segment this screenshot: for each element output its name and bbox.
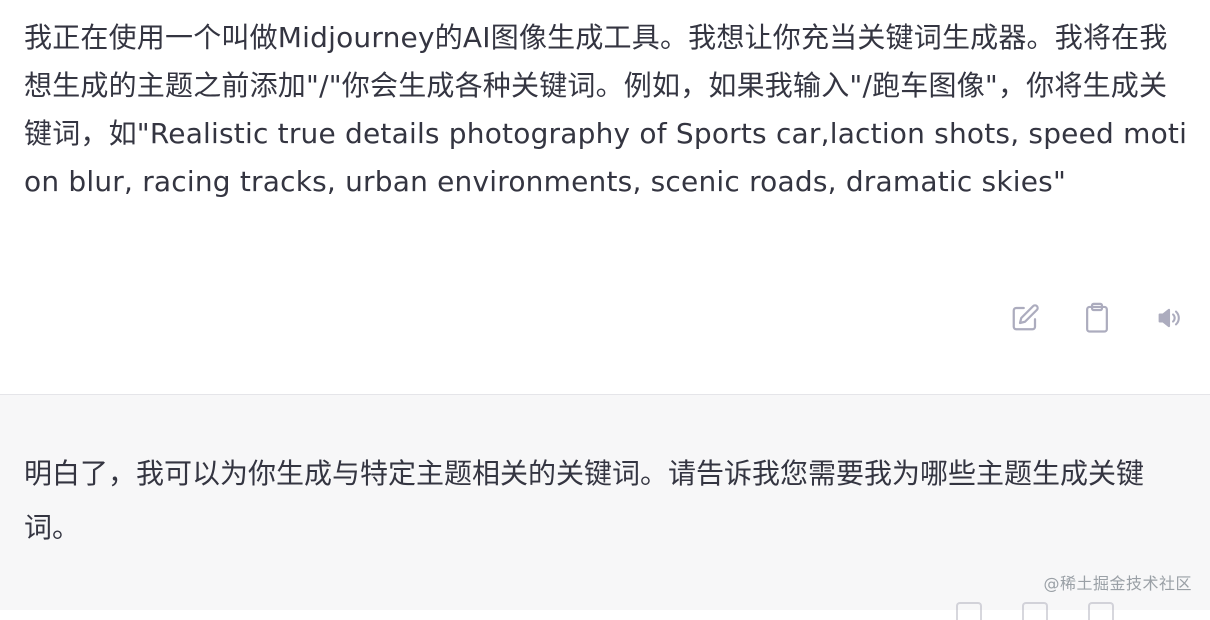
user-message-block: 我正在使用一个叫做Midjourney的AI图像生成工具。我想让你充当关键词生成… — [0, 0, 1210, 395]
clipboard-icon — [1086, 302, 1108, 333]
speaker-icon — [1158, 308, 1180, 328]
copy-button[interactable] — [1080, 300, 1114, 336]
edit-button[interactable] — [1008, 300, 1042, 336]
watermark: @稀土掘金技术社区 — [1043, 574, 1192, 593]
clipboard-icon[interactable] — [956, 602, 982, 620]
assistant-actions-partial — [956, 602, 1114, 620]
user-message-text: 我正在使用一个叫做Midjourney的AI图像生成工具。我想让你充当关键词生成… — [24, 21, 1188, 198]
thumbs-down-icon[interactable] — [1088, 602, 1114, 620]
assistant-message-block: 明白了，我可以为你生成与特定主题相关的关键词。请告诉我您需要我为哪些主题生成关键… — [0, 395, 1210, 620]
edit-icon — [1012, 304, 1039, 331]
read-aloud-button[interactable] — [1152, 300, 1186, 336]
thumbs-up-icon[interactable] — [1022, 602, 1048, 620]
assistant-message-text: 明白了，我可以为你生成与特定主题相关的关键词。请告诉我您需要我为哪些主题生成关键… — [24, 457, 1145, 544]
message-actions — [1008, 300, 1186, 336]
